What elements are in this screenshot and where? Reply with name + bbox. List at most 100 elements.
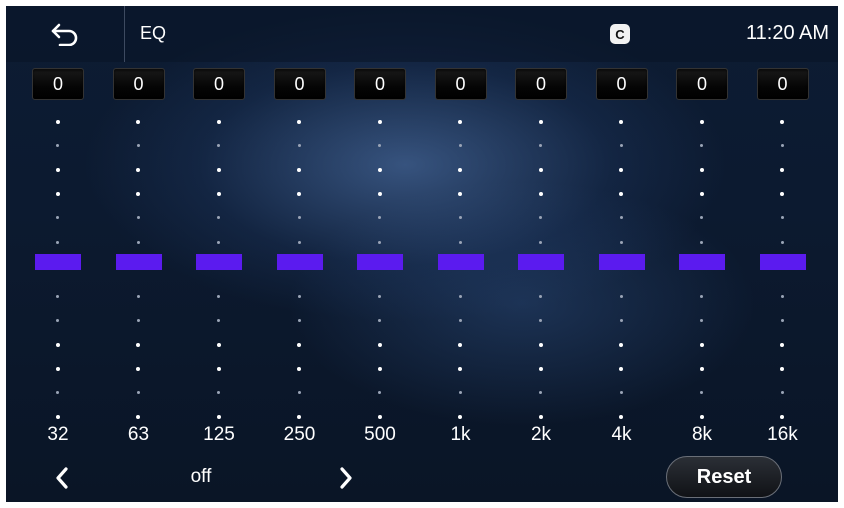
slider-tick [297, 415, 301, 420]
slider-tick [780, 391, 784, 395]
top-bar: EQ C 11:20 AM [6, 6, 838, 62]
slider-tick [136, 168, 140, 173]
carplay-icon[interactable]: C [610, 24, 630, 44]
band-slider-thumb[interactable] [35, 254, 81, 270]
band-value: 0 [676, 68, 728, 100]
slider-tick [297, 144, 301, 148]
eq-band-1k: 0 1k [431, 68, 491, 448]
slider-tick [136, 342, 140, 347]
slider-tick [699, 192, 704, 197]
slider-tick [538, 192, 543, 197]
band-slider-thumb[interactable] [598, 254, 645, 270]
slider-tick [55, 367, 60, 371]
slider-tick [700, 144, 703, 148]
prev-preset-button[interactable] [42, 458, 82, 498]
reset-button[interactable]: Reset [666, 456, 782, 498]
slider-tick [619, 168, 623, 173]
slider-tick [55, 415, 60, 420]
slider-tick [136, 144, 140, 148]
chevron-right-icon [340, 467, 352, 489]
slider-tick [378, 391, 381, 395]
slider-tick [217, 294, 220, 298]
band-frequency-label: 8k [691, 424, 713, 445]
slider-tick [136, 192, 140, 197]
band-frequency-label: 32 [47, 424, 69, 445]
eq-band-4k: 0 4k [592, 68, 652, 448]
clock: 11:20 AM [746, 22, 830, 44]
slider-tick [297, 391, 301, 395]
slider-tick [619, 240, 623, 244]
slider-tick [378, 216, 381, 220]
slider-tick [56, 318, 59, 322]
slider-tick [780, 168, 784, 173]
band-slider-thumb[interactable] [276, 254, 323, 270]
band-slider-thumb[interactable] [357, 254, 403, 270]
band-slider-thumb[interactable] [115, 254, 162, 270]
band-frequency-label: 500 [364, 424, 396, 445]
band-frequency-label: 4k [611, 424, 632, 445]
slider-tick [619, 367, 623, 371]
slider-tick [539, 318, 542, 322]
slider-tick [700, 391, 703, 395]
band-value: 0 [193, 68, 245, 100]
chevron-left-icon [56, 467, 68, 489]
slider-tick [619, 216, 623, 220]
back-arrow-icon [51, 23, 78, 46]
band-frequency-label: 2k [530, 424, 552, 445]
band-value: 0 [756, 68, 809, 100]
slider-tick [458, 120, 462, 124]
eq-band-2k: 0 2k [511, 68, 571, 448]
band-slider-thumb[interactable] [518, 254, 564, 270]
slider-tick [216, 168, 221, 173]
slider-tick [297, 240, 301, 244]
slider-tick [216, 192, 221, 197]
band-slider-thumb[interactable] [437, 254, 484, 270]
slider-tick [297, 216, 301, 220]
slider-tick [136, 367, 140, 371]
slider-tick [55, 192, 60, 197]
slider-tick [539, 144, 542, 148]
back-button[interactable] [6, 6, 124, 62]
slider-tick [780, 294, 784, 298]
eq-band-63: 0 63 [109, 68, 169, 448]
slider-tick [377, 367, 382, 371]
slider-tick [297, 318, 301, 322]
slider-tick [539, 216, 542, 220]
next-preset-button[interactable] [326, 458, 366, 498]
slider-tick [700, 240, 703, 244]
slider-tick [217, 391, 220, 395]
slider-tick [458, 216, 462, 220]
band-slider-thumb[interactable] [759, 254, 806, 270]
slider-tick [699, 168, 704, 173]
slider-tick [55, 168, 60, 173]
slider-tick [458, 391, 462, 395]
slider-tick [297, 192, 301, 197]
slider-tick [377, 342, 382, 347]
slider-tick [539, 391, 542, 395]
slider-tick [56, 240, 59, 244]
band-value: 0 [112, 68, 165, 100]
slider-tick [377, 192, 382, 197]
slider-tick [458, 294, 462, 298]
slider-tick [700, 318, 703, 322]
slider-tick [458, 240, 462, 244]
slider-tick [216, 367, 221, 371]
band-slider-thumb[interactable] [679, 254, 725, 270]
band-value: 0 [32, 68, 84, 100]
eq-band-250: 0 250 [270, 68, 330, 448]
band-value: 0 [354, 68, 406, 100]
slider-tick [780, 192, 784, 197]
slider-tick [297, 120, 301, 124]
slider-tick [297, 168, 301, 173]
slider-tick [619, 415, 623, 420]
page-title: EQ [140, 23, 167, 43]
band-value: 0 [515, 68, 567, 100]
band-slider-thumb[interactable] [196, 254, 242, 270]
slider-tick [297, 367, 301, 371]
slider-tick [56, 294, 59, 298]
slider-tick [700, 294, 703, 298]
slider-tick [377, 168, 382, 173]
slider-tick [56, 391, 59, 395]
band-frequency-label: 125 [203, 424, 235, 445]
slider-tick [378, 294, 381, 298]
